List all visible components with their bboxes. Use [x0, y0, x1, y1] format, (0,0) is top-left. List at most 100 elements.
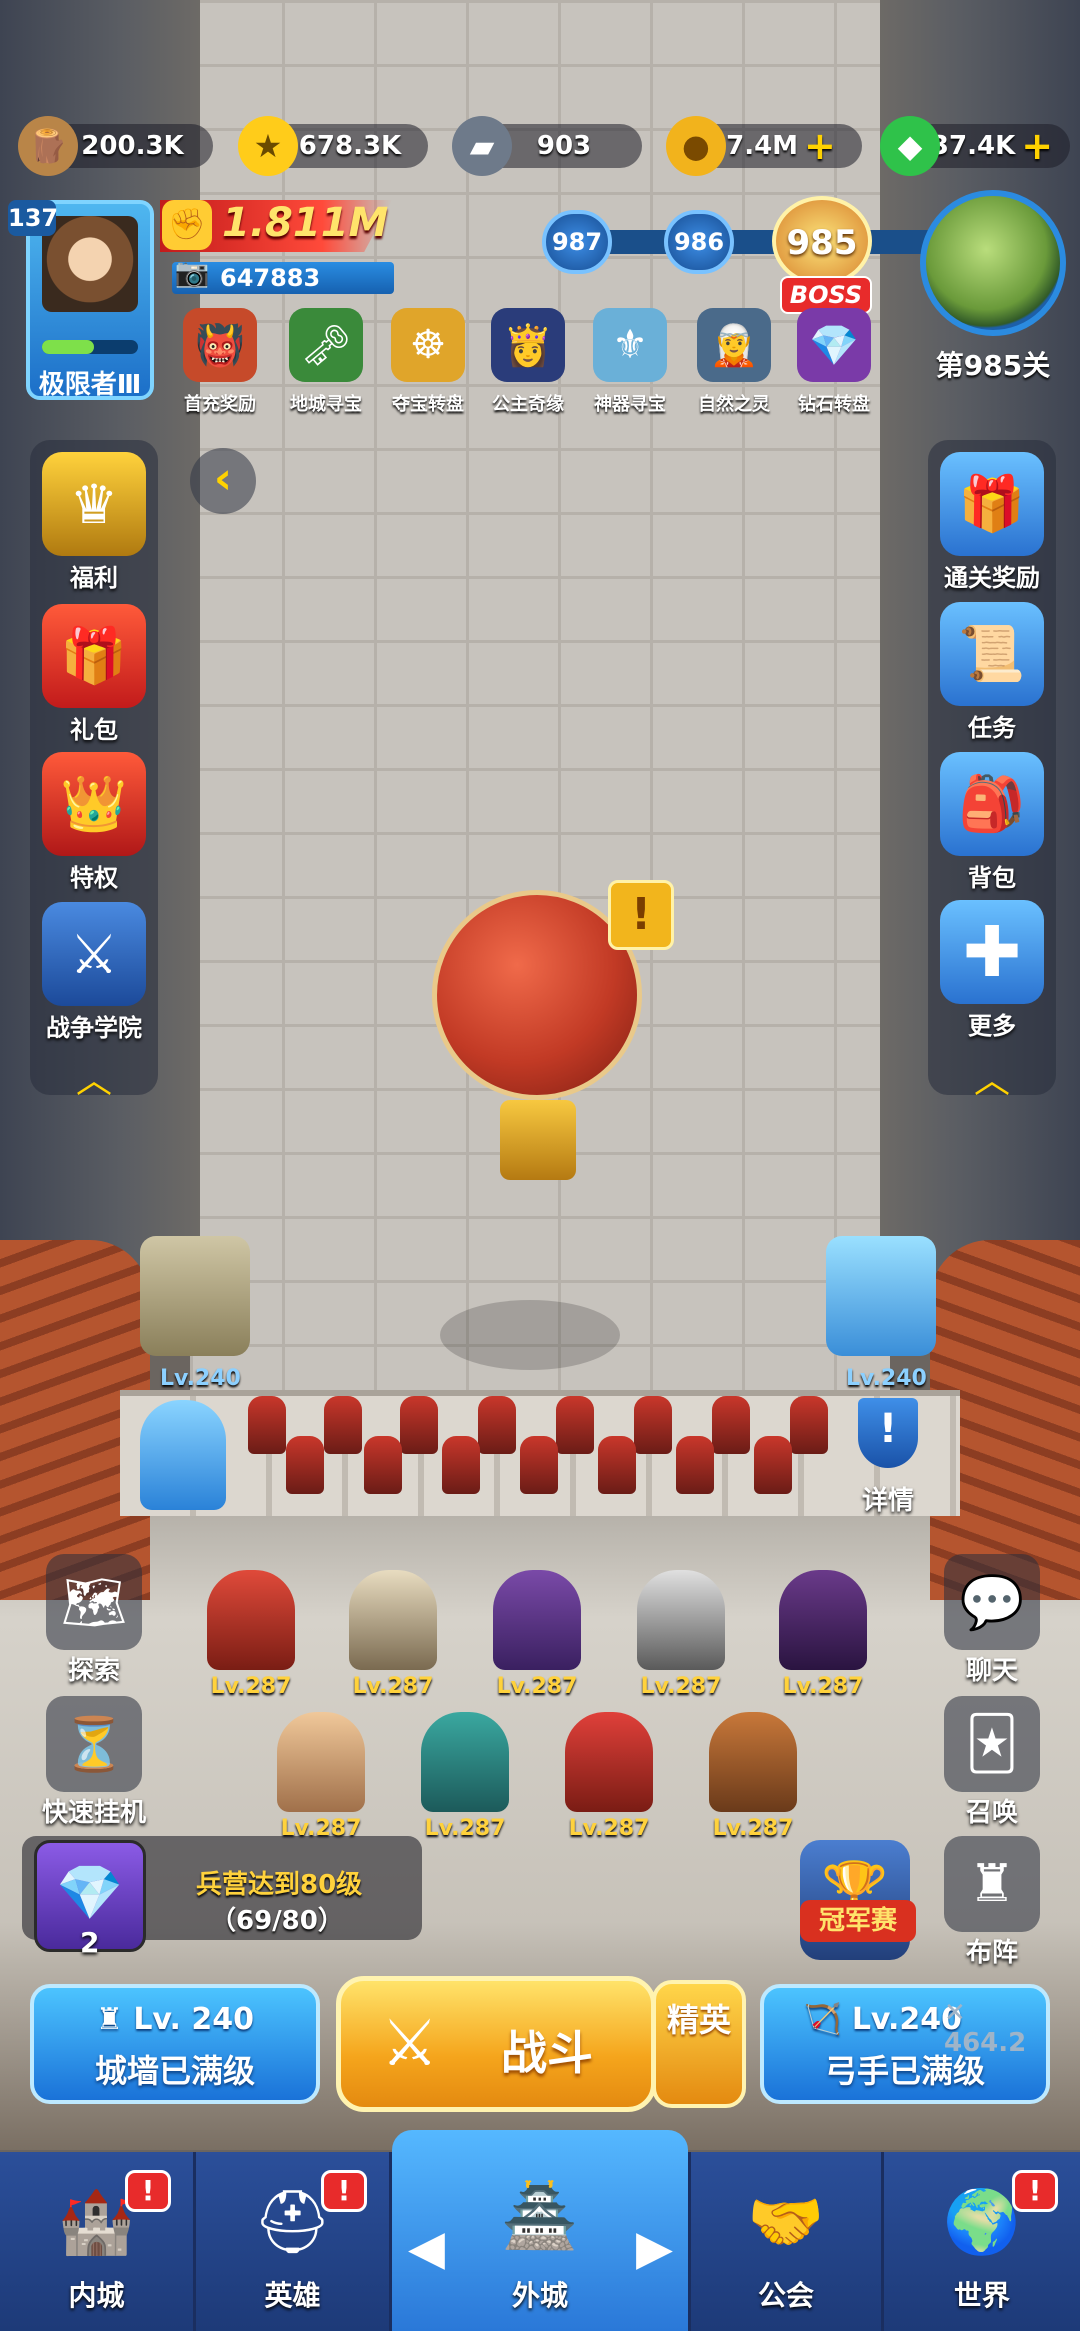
- camera-icon: 📷: [174, 256, 210, 289]
- more-button[interactable]: ✚ 更多: [928, 900, 1056, 1041]
- hero-slot[interactable]: Lv.287: [626, 1570, 736, 1700]
- left-tower[interactable]: [140, 1236, 250, 1356]
- gift-pack-button[interactable]: 🎁 礼包: [30, 604, 158, 745]
- event-artifact[interactable]: ⚜ 神器寻宝: [580, 308, 680, 418]
- left-panel-collapse-icon[interactable]: ︿: [64, 1063, 124, 1099]
- resource-gem[interactable]: 37.4K + ◆: [880, 116, 1070, 176]
- artifact-icon: ⚜: [593, 308, 667, 382]
- archer-upgrade-button[interactable]: 🏹 Lv.240 ✕ 464.2 弓手已满级: [760, 1984, 1050, 2104]
- formation-button[interactable]: ♜ 布阵: [928, 1836, 1056, 1969]
- resource-coin[interactable]: 7.4M + ●: [666, 116, 862, 176]
- war-academy-button[interactable]: ⚔ 战争学院: [30, 902, 158, 1043]
- event-label: 公主奇缘: [492, 394, 564, 415]
- resource-wood[interactable]: 200.3K 🪵: [18, 116, 213, 176]
- hero-wizard: [493, 1570, 581, 1670]
- event-treasure-wheel[interactable]: ☸ 夺宝转盘: [378, 308, 478, 418]
- hero-slot[interactable]: Lv.287: [768, 1570, 878, 1700]
- privilege-label: 特权: [70, 864, 118, 892]
- bow-icon: 🏹: [804, 2002, 852, 2037]
- quest-progress: （69/80）: [210, 1906, 344, 1936]
- event-princess[interactable]: 👸 公主奇缘: [478, 308, 578, 418]
- nav-inner-city-label: 内城: [68, 2279, 125, 2312]
- archer-soldier: [556, 1396, 594, 1454]
- archer-soldier: [634, 1396, 672, 1454]
- stage-node-987: 987: [542, 210, 612, 274]
- backpack-button[interactable]: 🎒 背包: [928, 752, 1056, 893]
- archer-soldier: [286, 1436, 324, 1494]
- nav-guild[interactable]: 🤝 公会: [688, 2152, 884, 2331]
- hero-level: Lv.287: [640, 1674, 722, 1699]
- gift-pack-label: 礼包: [70, 716, 118, 744]
- nav-next-arrow-icon[interactable]: ▶: [636, 2220, 673, 2276]
- summon-button[interactable]: 🃏 召唤: [928, 1696, 1056, 1829]
- right-tower[interactable]: [826, 1236, 936, 1356]
- hero-slot[interactable]: Lv.287: [338, 1570, 448, 1700]
- green-gem-icon: ◆: [880, 116, 940, 176]
- battle-button[interactable]: ⚔ 战斗: [336, 1976, 656, 2112]
- hero-level: Lv.287: [424, 1816, 506, 1841]
- resource-iron[interactable]: 903 ▰: [452, 116, 642, 176]
- event-label: 首充奖励: [184, 394, 256, 415]
- hero-slot[interactable]: Lv.287: [266, 1712, 376, 1842]
- wall-upgrade-button[interactable]: ♜ Lv. 240 城墙已满级: [30, 1984, 320, 2104]
- nav-outer-city[interactable]: 🏯 外城: [442, 2152, 638, 2331]
- resource-gem-value: 37.4K: [930, 131, 1016, 161]
- stage-node-current: 985: [772, 196, 872, 286]
- right-panel-collapse-icon[interactable]: ︿: [962, 1063, 1022, 1099]
- crystal-egg[interactable]: [140, 1400, 226, 1510]
- resource-iron-value: 903: [536, 131, 592, 161]
- resource-star[interactable]: 678.3K ★: [238, 116, 428, 176]
- hero-dwarf: [421, 1712, 509, 1812]
- event-diamond-wheel[interactable]: 💎 钻石转盘: [784, 308, 884, 418]
- hero-slot[interactable]: Lv.287: [554, 1712, 664, 1842]
- event-dungeon-treasure[interactable]: 🗝 地城寻宝: [276, 308, 376, 418]
- privilege-button[interactable]: 👑 特权: [30, 752, 158, 893]
- hero-level: Lv.287: [210, 1674, 292, 1699]
- nav-inner-city[interactable]: 🏰 内城 !: [0, 2152, 196, 2331]
- chat-button[interactable]: 💬 聊天: [928, 1554, 1056, 1687]
- chat-label: 聊天: [965, 1656, 1018, 1686]
- stage-map-button[interactable]: [920, 190, 1066, 336]
- event-label: 神器寻宝: [594, 394, 666, 415]
- backpack-icon: 🎒: [940, 752, 1044, 856]
- balloon-alert-icon[interactable]: !: [608, 880, 674, 950]
- star-coin-icon: ★: [238, 116, 298, 176]
- tasks-button[interactable]: 📜 任务: [928, 602, 1056, 743]
- archer-soldier: [712, 1396, 750, 1454]
- nav-heroes[interactable]: ⛑ 英雄 !: [196, 2152, 392, 2331]
- hero-priestess: [277, 1712, 365, 1812]
- clear-reward-label: 通关奖励: [944, 564, 1040, 592]
- hero-slot[interactable]: Lv.287: [196, 1570, 306, 1700]
- rank-label: 极限者Ⅲ: [38, 370, 142, 400]
- hero-slot[interactable]: Lv.287: [482, 1570, 592, 1700]
- summon-label: 召唤: [965, 1798, 1018, 1828]
- add-coin-icon[interactable]: +: [804, 124, 836, 168]
- clear-reward-button[interactable]: 🎁 通关奖励: [928, 452, 1056, 593]
- detail-label: 详情: [861, 1486, 914, 1516]
- event-nature-spirit[interactable]: 🧝 自然之灵: [684, 308, 784, 418]
- archer-soldier: [676, 1436, 714, 1494]
- add-gem-icon[interactable]: +: [1021, 124, 1053, 168]
- detail-button[interactable]: !: [858, 1398, 918, 1468]
- archer-soldier: [754, 1436, 792, 1494]
- hero-slot[interactable]: Lv.287: [698, 1712, 808, 1842]
- diamond-wheel-icon: 💎: [797, 308, 871, 382]
- explore-button[interactable]: 🗺 探索: [30, 1554, 158, 1687]
- collapse-arrow-button[interactable]: ‹: [190, 448, 256, 514]
- archer-soldier: [790, 1396, 828, 1454]
- hero-slot[interactable]: Lv.287: [410, 1712, 520, 1842]
- archer-soldier: [400, 1396, 438, 1454]
- welfare-button[interactable]: ♛ 福利: [30, 452, 158, 593]
- resource-coin-value: 7.4M: [726, 131, 799, 161]
- elite-button[interactable]: 精英: [652, 1980, 746, 2108]
- hero-monkey-child: [565, 1712, 653, 1812]
- quest-count: 2: [80, 1926, 100, 1959]
- player-level-badge: 137: [8, 200, 58, 236]
- nav-world[interactable]: 🌍 世界 !: [884, 2152, 1080, 2331]
- gift-icon: 🎁: [42, 604, 146, 708]
- archer-soldier: [478, 1396, 516, 1454]
- quick-idle-button[interactable]: ⏳ 快速挂机: [30, 1696, 158, 1829]
- event-first-recharge[interactable]: 👹 首充奖励: [170, 308, 270, 418]
- map-icon: 🗺: [46, 1554, 142, 1650]
- nav-prev-arrow-icon[interactable]: ◀: [408, 2220, 445, 2276]
